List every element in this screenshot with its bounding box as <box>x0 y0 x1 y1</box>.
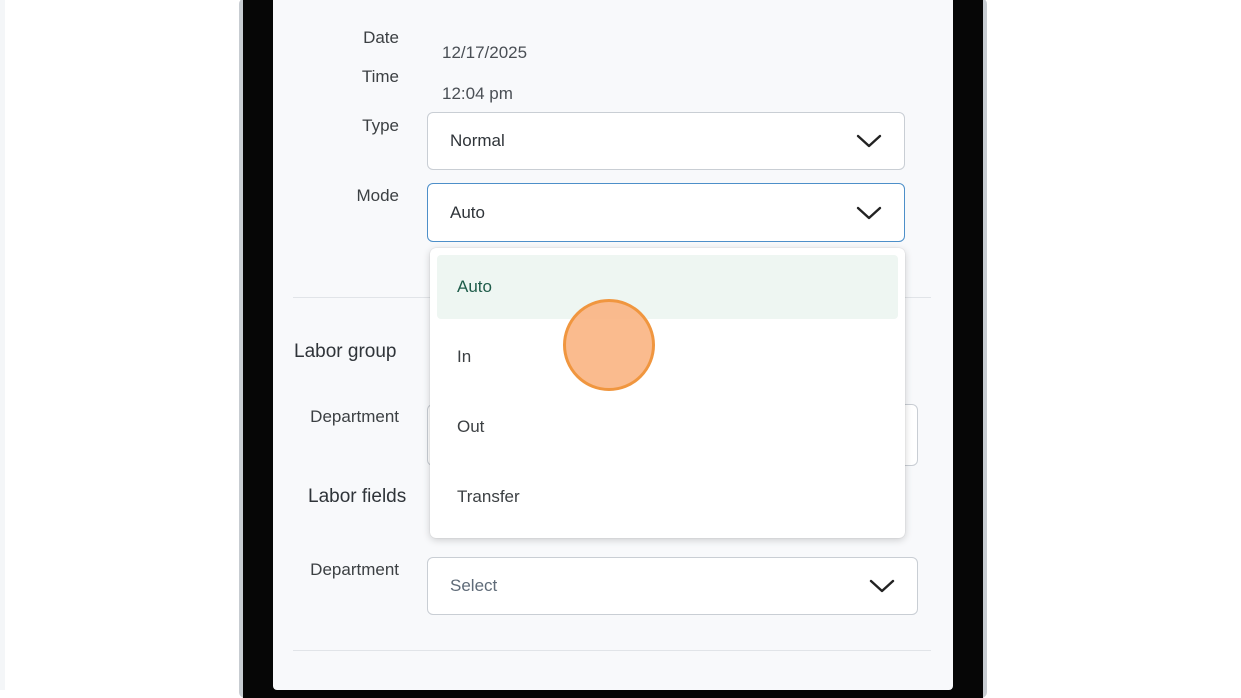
mode-dropdown-menu: Auto In Out Transfer <box>430 248 905 538</box>
window-edge <box>0 0 5 690</box>
mode-option-out[interactable]: Out <box>437 395 898 459</box>
chevron-down-icon <box>856 206 882 219</box>
labor-group-department-label: Department <box>310 407 399 426</box>
labor-fields-department-placeholder: Select <box>450 576 498 595</box>
time-value: 12:04 pm <box>442 84 513 103</box>
labor-fields-department-select[interactable]: Select <box>427 557 918 615</box>
click-indicator <box>563 299 655 391</box>
labor-group-title: Labor group <box>294 341 397 362</box>
mode-option-label: In <box>457 347 472 366</box>
mode-label: Mode <box>356 186 399 205</box>
type-select[interactable]: Normal <box>427 112 905 170</box>
mode-option-label: Out <box>457 417 485 436</box>
type-select-value: Normal <box>450 131 505 150</box>
mode-option-label: Auto <box>457 277 492 296</box>
mode-select-value: Auto <box>450 202 485 222</box>
labor-fields-department-label: Department <box>310 560 399 579</box>
bottom-divider <box>293 650 931 651</box>
chevron-down-icon <box>869 579 895 593</box>
mode-option-label: Transfer <box>457 487 520 506</box>
mode-option-in[interactable]: In <box>437 325 898 389</box>
time-label: Time <box>361 67 399 86</box>
mode-option-auto[interactable]: Auto <box>437 255 898 319</box>
chevron-down-icon <box>856 134 882 148</box>
mode-option-transfer[interactable]: Transfer <box>437 465 898 529</box>
date-label: Date <box>363 28 399 47</box>
mode-select[interactable]: Auto <box>427 183 905 242</box>
labor-fields-title: Labor fields <box>308 486 407 507</box>
type-label: Type <box>362 116 399 135</box>
date-value: 12/17/2025 <box>442 43 528 62</box>
